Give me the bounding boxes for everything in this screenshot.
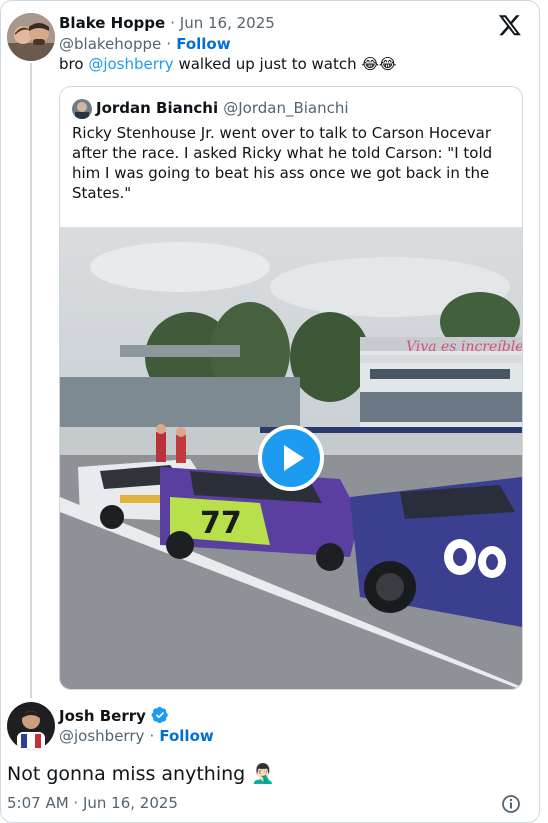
verified-badge-icon: [151, 706, 169, 724]
josh-berry-avatar[interactable]: [7, 702, 55, 750]
reply-handle-row: @joshberry · Follow: [59, 726, 214, 745]
parent-tweet-header: Blake Hoppe · Jun 16, 2025: [59, 13, 275, 32]
play-button[interactable]: [258, 425, 324, 491]
info-icon[interactable]: [501, 794, 521, 814]
mention-link[interactable]: @joshberry: [88, 55, 173, 73]
tweet-embed-card: Blake Hoppe · Jun 16, 2025 @blakehoppe ·…: [0, 0, 540, 823]
quoted-tweet[interactable]: Jordan Bianchi @Jordan_Bianchi Ricky Ste…: [59, 86, 523, 690]
parent-author-name[interactable]: Blake Hoppe: [59, 14, 165, 32]
car-number: 77: [200, 506, 242, 541]
reply-header: Josh Berry: [59, 706, 169, 725]
parent-handle-row: @blakehoppe · Follow: [59, 34, 231, 53]
reply-follow-button[interactable]: Follow: [159, 727, 213, 745]
jordan-bianchi-avatar: [72, 99, 92, 119]
quoted-tweet-text: Ricky Stenhouse Jr. went over to talk to…: [72, 124, 493, 202]
banner-text: Viva es increíble: [406, 339, 522, 355]
reply-author-name[interactable]: Josh Berry: [59, 707, 146, 725]
parent-text-suffix: walked up just to watch 😂😂: [173, 55, 397, 73]
follow-separator: ·: [166, 35, 172, 53]
reply-timestamp[interactable]: 5:07 AM · Jun 16, 2025: [7, 794, 178, 812]
x-logo-icon[interactable]: [498, 13, 522, 37]
parent-author-handle[interactable]: @blakehoppe: [59, 35, 161, 53]
quoted-header: Jordan Bianchi @Jordan_Bianchi: [96, 98, 349, 117]
parent-tweet-text: bro @joshberry walked up just to watch 😂…: [59, 55, 396, 73]
parent-tweet-date[interactable]: · Jun 16, 2025: [170, 14, 275, 32]
quoted-author-name: Jordan Bianchi: [96, 99, 219, 117]
reply-author-handle[interactable]: @joshberry: [59, 727, 144, 745]
thread-connector-line: [30, 63, 32, 698]
play-icon: [284, 445, 304, 471]
video-thumbnail[interactable]: Viva es increíble 77: [60, 227, 522, 689]
parent-follow-button[interactable]: Follow: [176, 35, 230, 53]
quoted-author-handle: @Jordan_Bianchi: [223, 99, 349, 117]
reply-follow-separator: ·: [149, 727, 155, 745]
blake-hoppe-avatar[interactable]: [7, 13, 55, 61]
reply-tweet-text: Not gonna miss anything 🤦🏻‍♂️: [7, 763, 275, 785]
parent-text-prefix: bro: [59, 55, 89, 73]
